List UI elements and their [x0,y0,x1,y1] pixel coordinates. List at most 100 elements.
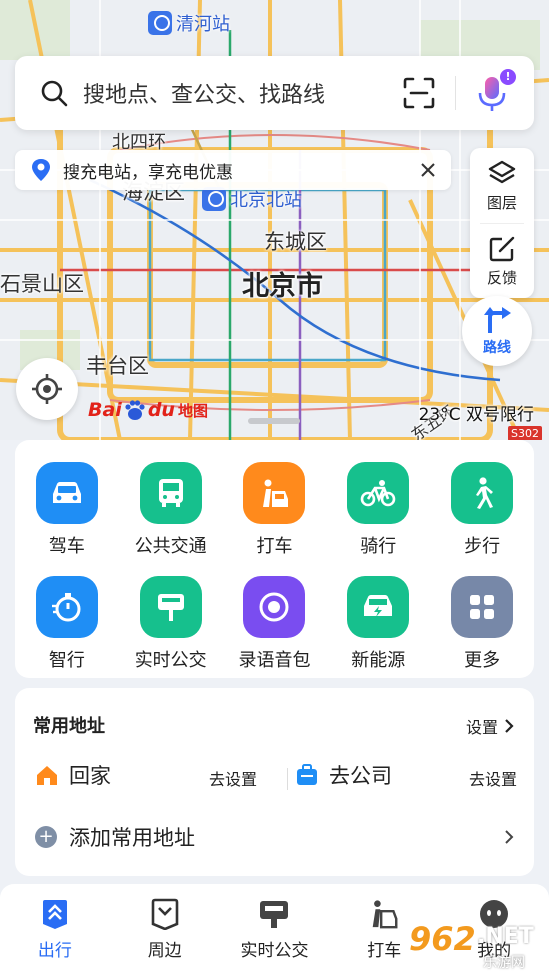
car-icon [35,462,98,524]
settings-label: 设置 [465,718,498,737]
route-label: 路线 [483,340,511,356]
add-address-label: 添加常用地址 [69,826,195,850]
map-tools-panel: 图层 反馈 [470,148,534,298]
chevron-right-icon [505,719,514,733]
search-divider [455,76,456,110]
close-icon[interactable] [419,161,437,179]
fn-label: 更多 [464,650,501,671]
voice-search-button[interactable]: ! [472,69,516,113]
work-address-row[interactable]: 去公司 [295,760,392,790]
search-icon [41,80,68,107]
nav-label: 打车 [367,941,402,961]
station-qinghe-label: 清河站 [176,14,230,35]
fn-cycling[interactable]: 骑行 [326,462,430,558]
home-address-row[interactable]: 回家 [35,760,111,790]
station-qinghe[interactable]: 清河站 [148,10,230,36]
railway-station-icon [148,11,172,35]
district-shijingshan: 石景山区 [0,272,84,296]
district-dongcheng: 东城区 [264,230,327,254]
nav-label: 实时公交 [240,941,309,961]
logo-du: du [147,399,175,421]
district-fengtai: 丰台区 [86,354,149,378]
grid-icon [451,576,514,638]
crosshair-locate-icon [32,374,62,404]
ev-car-icon [347,576,410,638]
fn-label: 公共交通 [134,536,207,557]
watermark-sub: 乐游网 [483,955,525,971]
bus-icon [139,462,202,524]
watermark-net: .NET [477,924,534,949]
fn-label: 实时公交 [134,650,207,671]
realtime-bus-icon [258,898,290,930]
fn-label: 录语音包 [238,650,311,671]
fn-smart-travel[interactable]: 智行 [15,576,119,672]
bus-stop-icon [139,576,202,638]
add-address-row[interactable]: + 添加常用地址 [35,822,514,852]
quick-functions-panel: 驾车 公共交通 打车 骑行 步行 智行 实时公交 录语音包 新能源 更多 [15,440,534,678]
fn-new-energy[interactable]: 新能源 [326,576,430,672]
layers-icon [488,160,516,184]
nav-nearby[interactable]: 周边 [110,884,220,976]
railway-station-icon [202,187,226,211]
home-icon [37,766,57,785]
site-watermark: 962 .NET 乐游网 [403,920,543,972]
nav-realtime-bus[interactable]: 实时公交 [220,884,330,976]
briefcase-icon [297,764,317,785]
feedback-button[interactable]: 反馈 [470,224,534,299]
addresses-title: 常用地址 [33,716,105,737]
address-divider [287,768,288,790]
mic-badge: ! [500,69,516,85]
city-label: 北京市 [242,271,323,302]
charging-promo-banner[interactable]: 搜充电站，享充电优惠 [15,150,451,190]
work-label: 去公司 [329,764,392,788]
map-view[interactable]: 清河站 北京北站 海淀区 东城区 石景山区 丰台区 北四环 北京市 东五环 搜地… [0,0,549,440]
route-button[interactable]: 路线 [462,296,532,366]
route-arrow-icon [484,307,511,333]
nav-label: 出行 [37,941,72,961]
home-label: 回家 [69,764,111,788]
nav-travel[interactable]: 出行 [0,884,110,976]
fn-taxi[interactable]: 打车 [223,462,327,558]
bike-icon [347,462,410,524]
location-pin-icon [32,159,50,181]
road-badge: S302 [508,426,542,440]
fn-walk[interactable]: 步行 [430,462,534,558]
weather-traffic-info[interactable]: 23°C 双号限行 [419,400,534,425]
logo-ditu: 地图 [177,401,208,420]
common-addresses-panel: 常用地址 设置 回家 去设置 去公司 去设置 + 添加常用地址 [15,688,534,876]
stopwatch-icon [35,576,98,638]
logo-bai: Bai [88,399,122,421]
home-set-link[interactable]: 去设置 [209,766,257,790]
fn-voice-record[interactable]: 录语音包 [223,576,327,672]
fn-label: 骑行 [360,536,397,557]
fn-drive[interactable]: 驾车 [15,462,119,558]
walk-icon [451,462,514,524]
addresses-settings-link[interactable]: 设置 [466,714,514,738]
sheet-drag-handle[interactable] [248,418,300,424]
taxi-nav-icon [368,898,400,930]
locate-me-button[interactable] [16,358,78,420]
work-set-link[interactable]: 去设置 [469,766,517,790]
feedback-label: 反馈 [486,269,517,287]
quick-functions-grid: 驾车 公共交通 打车 骑行 步行 智行 实时公交 录语音包 新能源 更多 [15,462,534,672]
feedback-edit-icon [489,236,515,262]
travel-icon [39,898,71,930]
search-placeholder[interactable]: 搜地点、查公交、找路线 [83,77,401,109]
voice-record-icon [243,576,306,638]
scan-icon[interactable] [401,75,437,111]
watermark-number: 962 [409,920,476,958]
search-bar[interactable]: 搜地点、查公交、找路线 ! [15,56,534,130]
nearby-icon [149,898,181,930]
fn-label: 智行 [48,650,85,671]
layers-button[interactable]: 图层 [470,148,534,223]
fn-label: 新能源 [351,650,406,671]
fn-more[interactable]: 更多 [430,576,534,672]
fn-realtime-bus[interactable]: 实时公交 [119,576,223,672]
fn-public-transit[interactable]: 公共交通 [119,462,223,558]
nav-label: 周边 [147,941,182,961]
chevron-right-icon [505,830,514,844]
fn-label: 驾车 [48,536,85,557]
fn-label: 打车 [256,536,293,557]
baidu-map-logo: Bai du 地图 [88,398,208,422]
promo-text: 搜充电站，享充电优惠 [63,162,233,183]
